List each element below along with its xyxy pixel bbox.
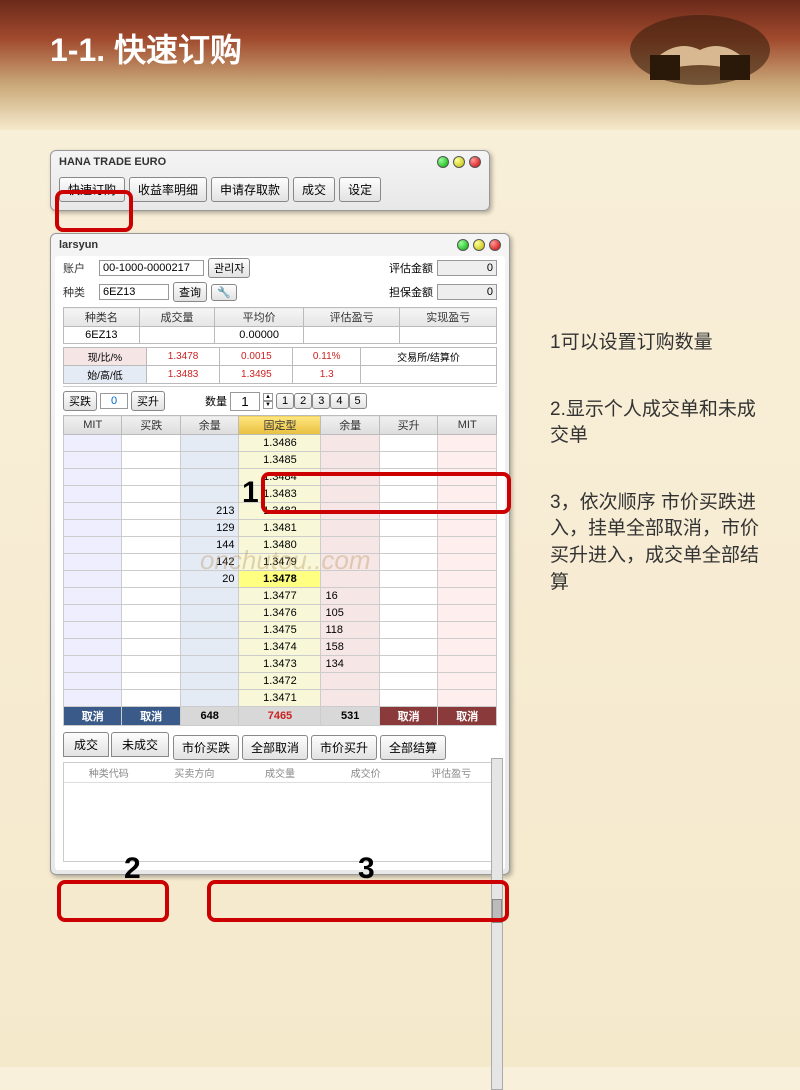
- stat1-label: 现/比/%: [64, 348, 147, 366]
- buyfall-value[interactable]: [100, 393, 128, 409]
- main-toolbar-window: HANA TRADE EURO 快速订购收益率明细申请存取款成交设定: [50, 150, 490, 211]
- qty-input[interactable]: [230, 392, 260, 411]
- ladder-row[interactable]: 2131.3482: [64, 503, 497, 520]
- ladder-row[interactable]: 1.347716: [64, 588, 497, 605]
- toolbar-btn-2[interactable]: 申请存取款: [211, 177, 289, 202]
- kind-label: 种类: [63, 284, 95, 300]
- qty-label: 数量: [205, 393, 227, 409]
- stat2-label: 始/高/低: [64, 366, 147, 384]
- action-1[interactable]: 全部取消: [242, 735, 308, 760]
- action-0[interactable]: 市价买跌: [173, 735, 239, 760]
- wrench-icon[interactable]: 🔧: [211, 284, 237, 301]
- note-3: 3，依次顺序 市价买跌进入，挂单全部取消，市价买升进入，成交单全部结算: [550, 490, 770, 596]
- margin-value: [437, 284, 497, 300]
- kind-input[interactable]: [99, 284, 169, 300]
- callout-3: 3: [358, 852, 375, 886]
- qty-preset-5[interactable]: 5: [349, 393, 367, 409]
- slide-header: 1-1. 快速订购: [0, 0, 800, 130]
- cancel-ask[interactable]: 取消: [379, 707, 437, 726]
- qty-preset-4[interactable]: 4: [330, 393, 348, 409]
- qty-preset-3[interactable]: 3: [312, 393, 330, 409]
- note-1: 1可以设置订购数量: [550, 330, 770, 357]
- ladder-row[interactable]: 201.3478: [64, 571, 497, 588]
- buyrise-button[interactable]: 买升: [131, 391, 165, 411]
- close-icon[interactable]: [469, 156, 481, 168]
- qty-preset-1[interactable]: 1: [276, 393, 294, 409]
- callout-2: 2: [124, 852, 141, 886]
- win2-title: larsyun: [59, 239, 98, 251]
- toolbar-btn-4[interactable]: 设定: [339, 177, 381, 202]
- close-icon[interactable]: [489, 239, 501, 251]
- orders-list: 种类代码买卖方向成交量成交价评估盈亏: [63, 762, 497, 862]
- action-2[interactable]: 市价买升: [311, 735, 377, 760]
- order-window: larsyun 账户 관리자 评估金额 种类 查询: [50, 233, 510, 875]
- ladder-row[interactable]: 1.3486: [64, 435, 497, 452]
- tab-1[interactable]: 未成交: [111, 732, 169, 757]
- handshake-decoration: [600, 0, 800, 100]
- action-3[interactable]: 全部结算: [380, 735, 446, 760]
- ladder-row[interactable]: 1.3474158: [64, 639, 497, 656]
- minimize-icon[interactable]: [437, 156, 449, 168]
- qty-down-icon[interactable]: ▼: [263, 401, 273, 409]
- toolbar-btn-3[interactable]: 成交: [293, 177, 335, 202]
- ladder-row[interactable]: 1.3484: [64, 469, 497, 486]
- cancel-ask2[interactable]: 取消: [438, 707, 497, 726]
- eval-value: [437, 260, 497, 276]
- maximize-icon[interactable]: [453, 156, 465, 168]
- callout-1: 1: [242, 476, 259, 510]
- note-2: 2.显示个人成交单和未成交单: [550, 397, 770, 450]
- qty-preset-2[interactable]: 2: [294, 393, 312, 409]
- buyfall-button[interactable]: 买跌: [63, 391, 97, 411]
- toolbar-btn-1[interactable]: 收益率明细: [129, 177, 207, 202]
- tab-0[interactable]: 成交: [63, 732, 109, 757]
- scrollbar-thumb[interactable]: [492, 899, 502, 923]
- cancel-bid2[interactable]: 取消: [122, 707, 180, 726]
- ladder-row[interactable]: 1.3485: [64, 452, 497, 469]
- account-input[interactable]: [99, 260, 204, 276]
- account-label: 账户: [63, 260, 95, 276]
- ladder-row[interactable]: 1.3483: [64, 486, 497, 503]
- query-button[interactable]: 查询: [173, 282, 207, 302]
- maximize-icon[interactable]: [473, 239, 485, 251]
- ladder-row[interactable]: 1.3476105: [64, 605, 497, 622]
- scrollbar[interactable]: [491, 758, 503, 1090]
- ladder-row[interactable]: 1.3473134: [64, 656, 497, 673]
- cancel-bid[interactable]: 取消: [64, 707, 122, 726]
- margin-label: 担保金额: [389, 284, 433, 300]
- ladder-row[interactable]: 1291.3481: [64, 520, 497, 537]
- stats-table: 现/比/% 1.3478 0.0015 0.11% 交易所/结算价 始/高/低 …: [63, 347, 497, 384]
- ladder-row[interactable]: 1.3475118: [64, 622, 497, 639]
- ladder-row[interactable]: 1441.3480: [64, 537, 497, 554]
- ladder-row[interactable]: 1.3472: [64, 673, 497, 690]
- toolbar-btn-0[interactable]: 快速订购: [59, 177, 125, 202]
- ladder-row[interactable]: 1421.3479: [64, 554, 497, 571]
- price-ladder: MIT买跌余量固定型余量买升MIT 1.34861.34851.34841.34…: [63, 415, 497, 726]
- minimize-icon[interactable]: [457, 239, 469, 251]
- admin-button[interactable]: 관리자: [208, 258, 250, 278]
- win1-title: HANA TRADE EURO: [59, 156, 166, 168]
- summary-table: 种类名成交量平均价评估盈亏实现盈亏 6EZ130.00000: [63, 307, 497, 344]
- eval-label: 评估金额: [389, 260, 433, 276]
- ladder-row[interactable]: 1.3471: [64, 690, 497, 707]
- qty-up-icon[interactable]: ▲: [263, 393, 273, 401]
